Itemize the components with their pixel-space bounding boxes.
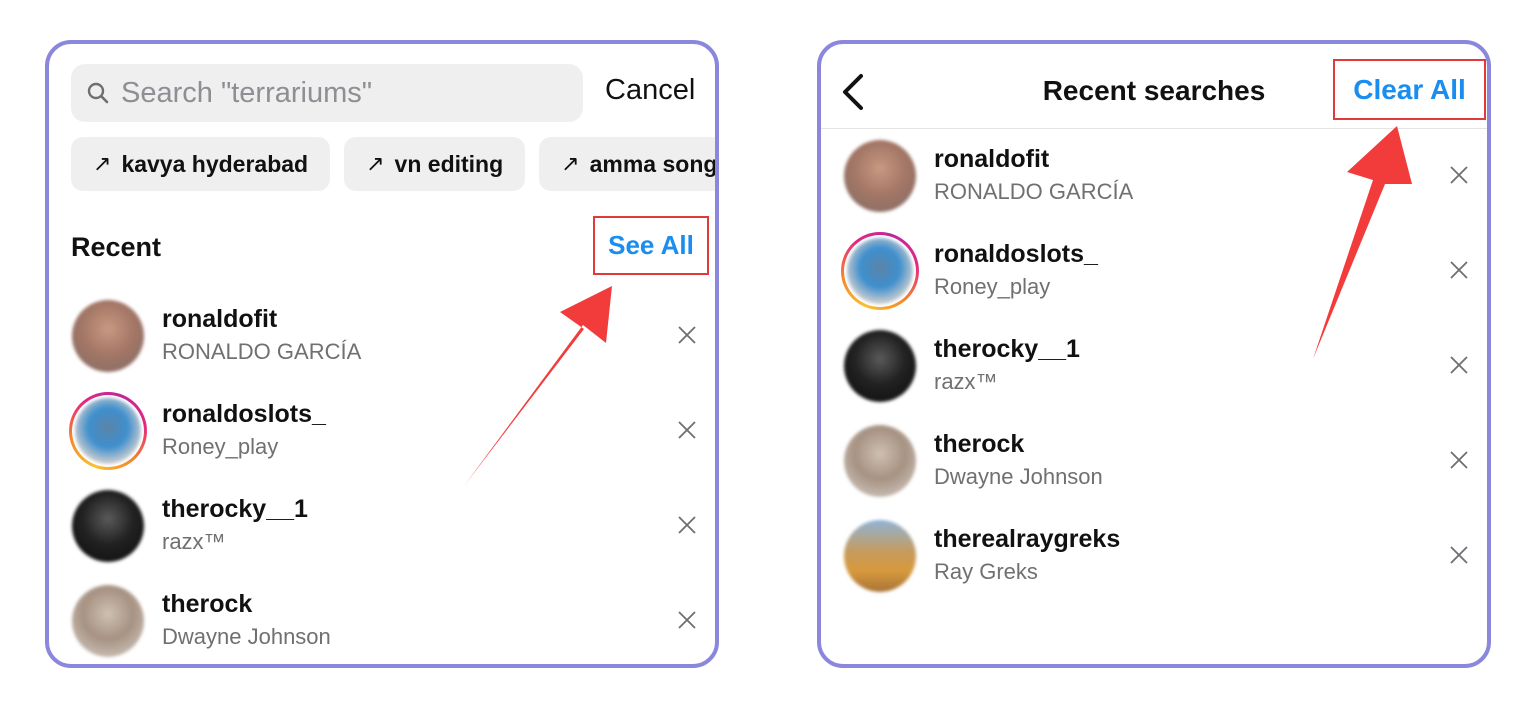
close-icon[interactable] (671, 604, 703, 636)
full-name: RONALDO GARCÍA (162, 339, 362, 364)
close-icon[interactable] (1443, 349, 1475, 381)
username: ronaldofit (934, 145, 1050, 173)
list-item[interactable]: therealraygreks Ray Greks (821, 517, 1487, 612)
avatar[interactable] (69, 582, 147, 660)
username: ronaldofit (162, 305, 278, 333)
full-name: Roney_play (162, 434, 279, 459)
suggestion-chip-label: vn editing (394, 150, 504, 177)
search-icon (87, 81, 111, 105)
suggestion-chip[interactable]: ↗ kavya hyderabad (71, 137, 331, 191)
recent-search-panel: Cancel ↗ kavya hyderabad ↗ vn editing ↗ … (45, 40, 719, 668)
username: therocky__1 (162, 495, 308, 523)
username: ronaldoslots_ (162, 400, 326, 428)
trending-arrow-icon: ↗ (561, 151, 580, 176)
avatar[interactable] (841, 327, 919, 405)
full-name: Dwayne Johnson (934, 464, 1103, 489)
close-icon[interactable] (671, 414, 703, 446)
username: therock (934, 430, 1025, 458)
header-divider (821, 128, 1487, 129)
trending-arrow-icon: ↗ (93, 151, 112, 176)
list-item[interactable]: therocky__1 razx™ (49, 487, 715, 582)
username: ronaldoslots_ (934, 240, 1098, 268)
username: therealraygreks (934, 525, 1121, 553)
full-name: Roney_play (934, 274, 1051, 299)
avatar[interactable] (69, 392, 147, 470)
avatar[interactable] (841, 517, 919, 595)
close-icon[interactable] (1443, 254, 1475, 286)
close-icon[interactable] (1443, 444, 1475, 476)
suggestion-chip[interactable]: ↗ vn editing (344, 137, 526, 191)
close-icon[interactable] (1443, 159, 1475, 191)
list-item[interactable]: therocky__1 razx™ (821, 327, 1487, 422)
close-icon[interactable] (671, 509, 703, 541)
username: therocky__1 (934, 335, 1080, 363)
username: therock (162, 590, 253, 618)
see-all-highlight: See All (593, 216, 709, 275)
search-field[interactable] (71, 64, 583, 122)
recent-heading: Recent (71, 232, 162, 262)
full-name: Dwayne Johnson (162, 624, 331, 649)
avatar[interactable] (841, 422, 919, 500)
list-item[interactable]: ronaldoslots_ Roney_play (49, 392, 715, 487)
clear-all-button[interactable]: Clear All (1353, 74, 1466, 106)
list-item[interactable]: therock Dwayne Johnson (49, 582, 715, 664)
suggestion-chip-label: kavya hyderabad (121, 150, 309, 177)
full-name: razx™ (162, 529, 226, 554)
full-name: razx™ (934, 369, 998, 394)
cancel-button[interactable]: Cancel (605, 74, 695, 107)
list-item[interactable]: therock Dwayne Johnson (821, 422, 1487, 517)
trending-arrow-icon: ↗ (366, 151, 385, 176)
avatar[interactable] (841, 232, 919, 310)
list-item[interactable]: ronaldoslots_ Roney_play (821, 232, 1487, 327)
full-name: Ray Greks (934, 559, 1038, 584)
search-input[interactable] (121, 76, 561, 110)
avatar[interactable] (841, 137, 919, 215)
suggestion-chip-label: amma song (589, 150, 718, 177)
list-item[interactable]: ronaldofit RONALDO GARCÍA (49, 297, 715, 392)
suggestion-chip[interactable]: ↗ amma song (539, 137, 718, 191)
full-name: RONALDO GARCÍA (934, 179, 1134, 204)
suggestion-chips: ↗ kavya hyderabad ↗ vn editing ↗ amma so… (71, 137, 718, 191)
clear-all-highlight: Clear All (1333, 59, 1486, 120)
avatar[interactable] (69, 487, 147, 565)
list-item[interactable]: ronaldofit RONALDO GARCÍA (821, 137, 1487, 232)
close-icon[interactable] (671, 319, 703, 351)
see-all-link[interactable]: See All (608, 230, 694, 261)
avatar[interactable] (69, 297, 147, 375)
close-icon[interactable] (1443, 539, 1475, 571)
recent-searches-page: Recent searches Clear All ronaldofit RON… (817, 40, 1491, 668)
